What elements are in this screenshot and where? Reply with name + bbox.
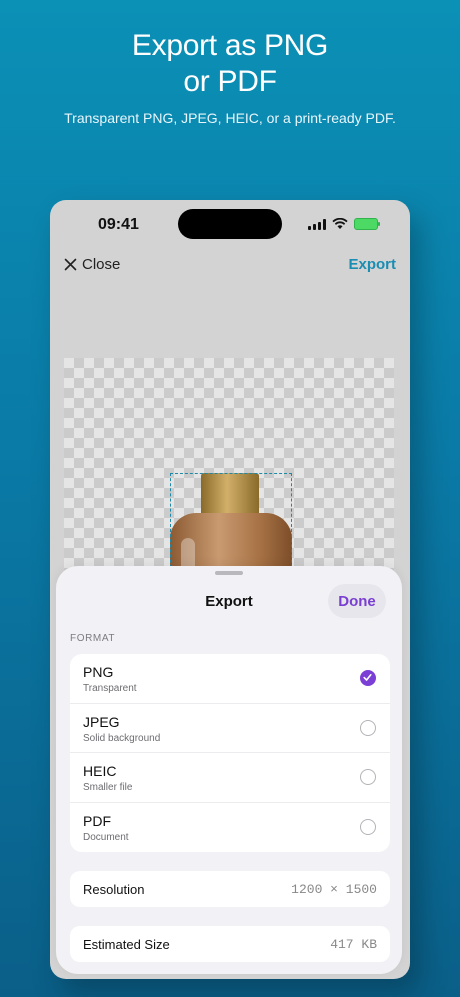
format-name: HEIC: [83, 763, 117, 779]
close-label: Close: [82, 256, 121, 273]
export-button[interactable]: Export: [348, 256, 396, 273]
format-description: Document: [83, 831, 129, 843]
export-sheet: Export Done FORMAT PNG Transparent JPEG …: [56, 566, 402, 974]
format-option-heic[interactable]: HEIC Smaller file: [70, 753, 390, 803]
hero-subtitle: Transparent PNG, JPEG, HEIC, or a print-…: [64, 110, 396, 126]
hero-title: Export as PNG or PDF: [0, 28, 460, 100]
radio-empty-icon[interactable]: [360, 818, 376, 835]
resolution-value: 1200 × 1500: [291, 882, 377, 897]
format-option-jpeg[interactable]: JPEG Solid background: [70, 704, 390, 753]
close-icon: [64, 258, 77, 271]
format-name: PNG: [83, 664, 114, 680]
estimated-size-value: 417 KB: [330, 937, 377, 952]
wifi-icon: [332, 218, 348, 229]
resolution-row: Resolution 1200 × 1500: [70, 871, 390, 907]
format-name: PDF: [83, 812, 111, 829]
format-section-label: FORMAT: [70, 633, 116, 644]
radio-empty-icon[interactable]: [360, 769, 376, 785]
battery-charging-icon: [354, 218, 380, 230]
format-option-png[interactable]: PNG Transparent: [70, 654, 390, 704]
format-option-pdf[interactable]: PDF Document: [70, 803, 390, 853]
close-button[interactable]: Close: [64, 256, 120, 273]
status-icons: [308, 218, 380, 230]
hero-title-line2: or PDF: [183, 65, 277, 98]
format-description: Smaller file: [83, 782, 133, 793]
signal-icon: [308, 218, 326, 230]
done-button[interactable]: Done: [328, 584, 386, 618]
resolution-label: Resolution: [83, 882, 145, 897]
status-time: 09:41: [98, 216, 139, 233]
dynamic-island: [178, 209, 282, 239]
checkmark-icon[interactable]: [360, 670, 376, 686]
format-name: JPEG: [83, 713, 120, 730]
format-description: Transparent: [83, 683, 137, 694]
sheet-grabber[interactable]: [215, 571, 243, 575]
hero-title-line1: Export as PNG: [131, 29, 329, 62]
format-list: PNG Transparent JPEG Solid background HE…: [70, 654, 390, 852]
estimated-size-row: Estimated Size 417 KB: [70, 926, 390, 962]
estimated-size-label: Estimated Size: [83, 937, 170, 952]
format-description: Solid background: [83, 732, 161, 744]
radio-empty-icon[interactable]: [360, 719, 376, 736]
